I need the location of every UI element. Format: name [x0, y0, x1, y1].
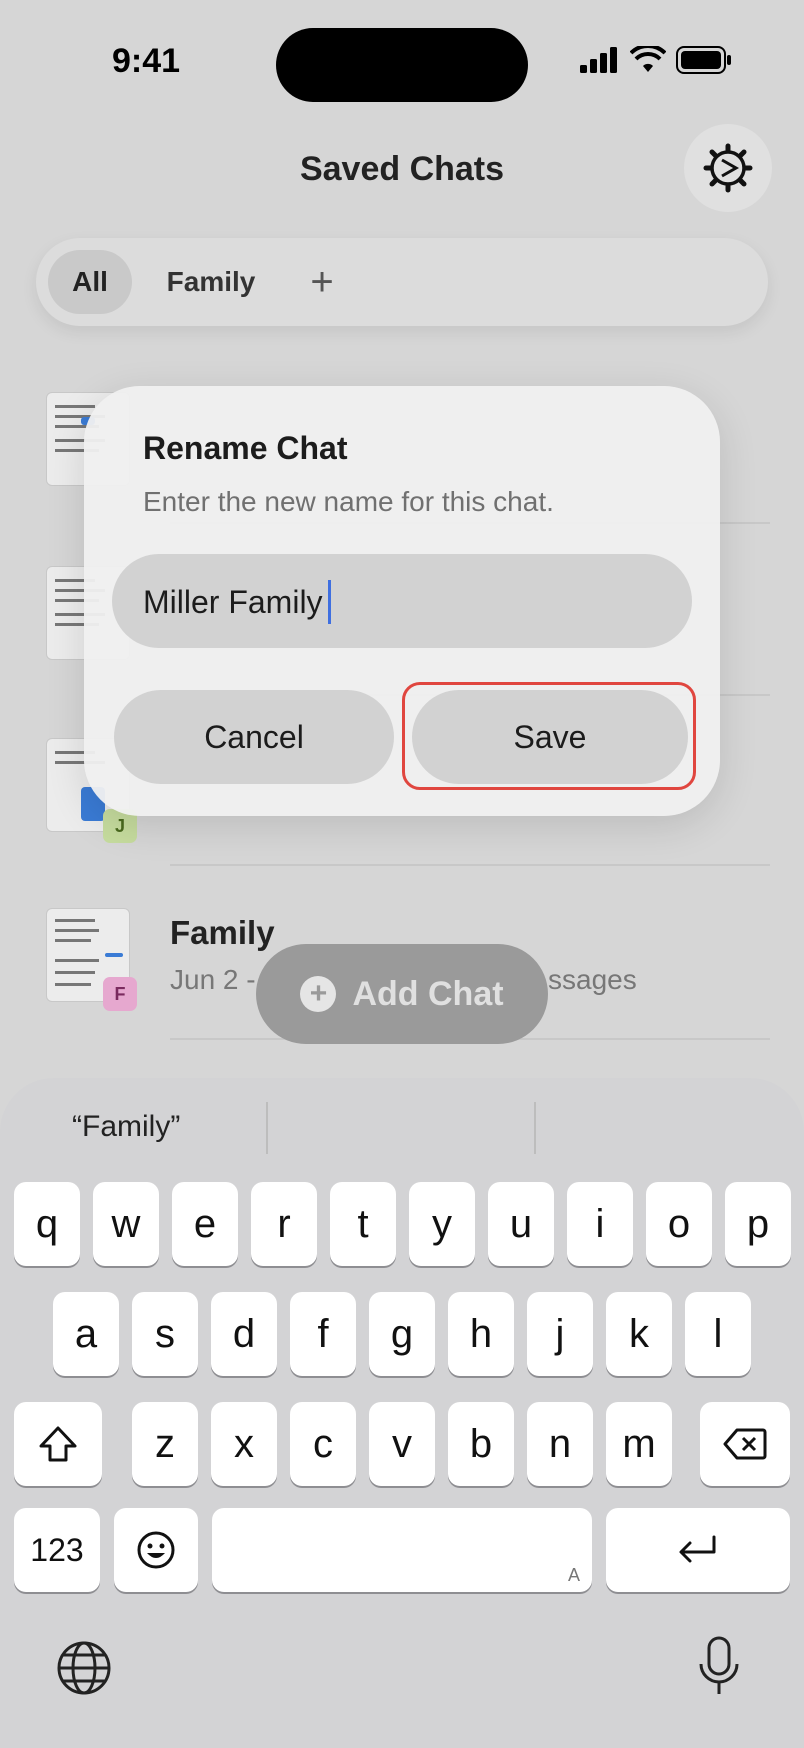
- gear-icon: [703, 143, 753, 193]
- key-n[interactable]: n: [527, 1402, 593, 1486]
- add-chat-label: Add Chat: [352, 974, 504, 1013]
- filter-chip-family[interactable]: Family: [150, 250, 272, 314]
- battery-icon: [676, 46, 731, 74]
- key-i[interactable]: i: [567, 1182, 633, 1266]
- dynamic-island: [276, 28, 528, 102]
- key-v[interactable]: v: [369, 1402, 435, 1486]
- key-c[interactable]: c: [290, 1402, 356, 1486]
- dialog-title: Rename Chat: [143, 430, 348, 466]
- key-q[interactable]: q: [14, 1182, 80, 1266]
- return-key[interactable]: [606, 1508, 790, 1592]
- keyboard-suggestion[interactable]: “Family”: [72, 1110, 180, 1144]
- globe-key[interactable]: [56, 1640, 112, 1701]
- shift-icon: [39, 1426, 77, 1462]
- chat-thumbnail[interactable]: F: [46, 908, 137, 1011]
- chat-subtitle-left: Jun 2 -: [170, 964, 256, 995]
- key-t[interactable]: t: [330, 1182, 396, 1266]
- key-d[interactable]: d: [211, 1292, 277, 1376]
- dictation-key[interactable]: [696, 1636, 742, 1703]
- key-k[interactable]: k: [606, 1292, 672, 1376]
- key-o[interactable]: o: [646, 1182, 712, 1266]
- chat-title[interactable]: Family: [170, 914, 275, 952]
- chat-name-input-value: Miller Family: [143, 584, 323, 620]
- status-time: 9:41: [112, 42, 181, 80]
- key-g[interactable]: g: [369, 1292, 435, 1376]
- filter-chip-all[interactable]: All: [48, 250, 132, 314]
- emoji-icon: [137, 1531, 175, 1569]
- plus-icon: +: [300, 976, 337, 1012]
- key-l[interactable]: l: [685, 1292, 751, 1376]
- space-hint: A: [567, 1565, 580, 1585]
- signal-icon: [580, 47, 617, 73]
- microphone-icon: [699, 1636, 739, 1694]
- numbers-key[interactable]: 123: [14, 1508, 100, 1592]
- key-y[interactable]: y: [409, 1182, 475, 1266]
- save-button-highlight: [402, 682, 696, 790]
- text-caret: [328, 580, 331, 624]
- key-s[interactable]: s: [132, 1292, 198, 1376]
- key-f[interactable]: f: [290, 1292, 356, 1376]
- filter-bar: [36, 238, 768, 326]
- delete-key[interactable]: [700, 1402, 790, 1486]
- return-icon: [679, 1535, 716, 1563]
- chat-subtitle-right: ssages: [548, 964, 637, 995]
- key-a[interactable]: a: [53, 1292, 119, 1376]
- dialog-subtitle: Enter the new name for this chat.: [143, 486, 554, 517]
- suggestion-divider: [534, 1102, 536, 1154]
- wifi-icon: [630, 46, 666, 72]
- cancel-button[interactable]: Cancel: [114, 690, 394, 784]
- row-divider: [170, 864, 770, 866]
- key-x[interactable]: x: [211, 1402, 277, 1486]
- key-h[interactable]: h: [448, 1292, 514, 1376]
- key-b[interactable]: b: [448, 1402, 514, 1486]
- key-p[interactable]: p: [725, 1182, 791, 1266]
- key-r[interactable]: r: [251, 1182, 317, 1266]
- key-j[interactable]: j: [527, 1292, 593, 1376]
- add-filter-button[interactable]: +: [298, 250, 346, 314]
- status-icons: [580, 46, 732, 74]
- backspace-icon: [723, 1428, 767, 1460]
- space-key[interactable]: A: [212, 1508, 592, 1592]
- key-z[interactable]: z: [132, 1402, 198, 1486]
- key-e[interactable]: e: [172, 1182, 238, 1266]
- shift-key[interactable]: [14, 1402, 102, 1486]
- key-m[interactable]: m: [606, 1402, 672, 1486]
- chat-badge: F: [103, 977, 137, 1011]
- key-u[interactable]: u: [488, 1182, 554, 1266]
- key-w[interactable]: w: [93, 1182, 159, 1266]
- add-chat-button[interactable]: + Add Chat: [256, 944, 548, 1044]
- suggestion-divider: [266, 1102, 268, 1154]
- settings-button[interactable]: [684, 124, 772, 212]
- emoji-key[interactable]: [114, 1508, 198, 1592]
- globe-icon: [57, 1641, 111, 1695]
